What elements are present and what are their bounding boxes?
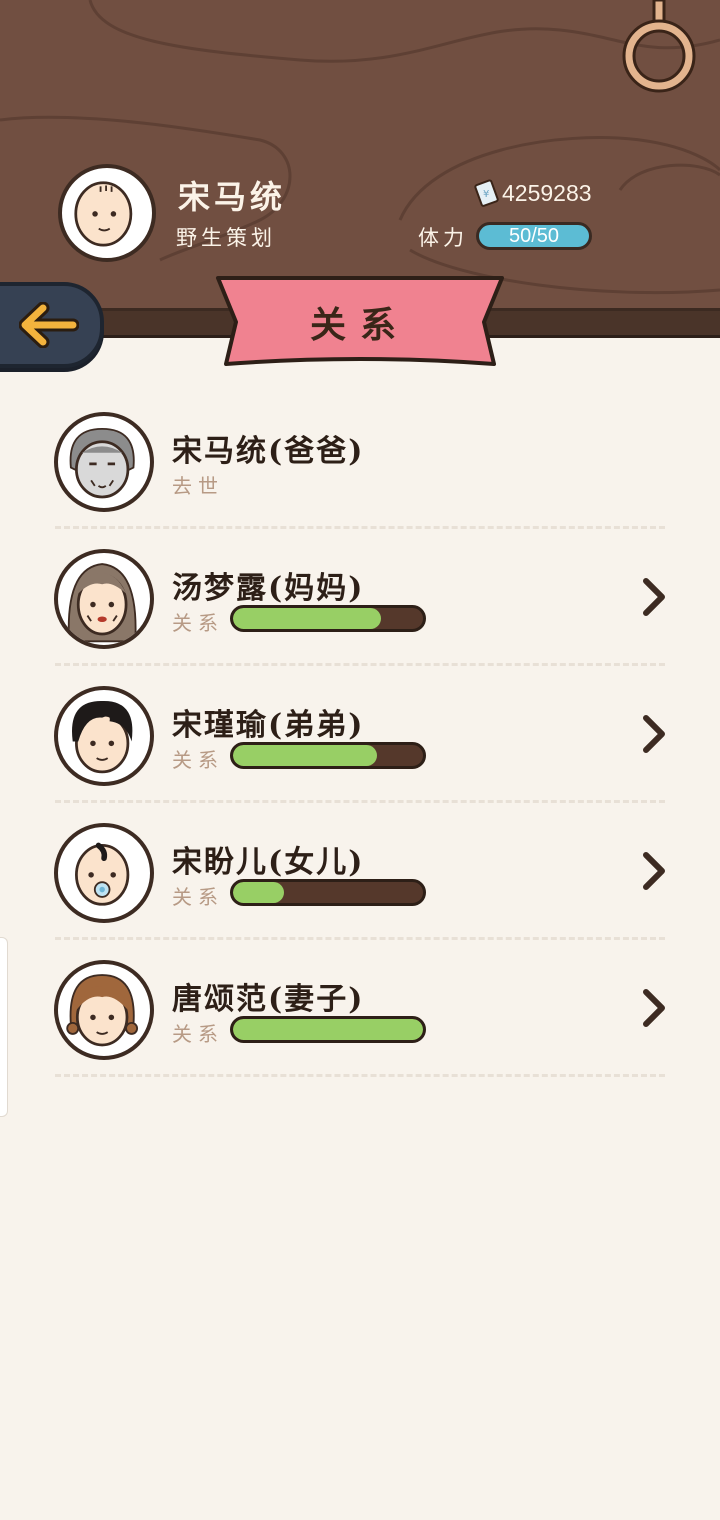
- wife-avatar-icon: [66, 974, 139, 1047]
- stamina-value: 50/50: [508, 224, 560, 247]
- svg-text:¥: ¥: [483, 189, 489, 200]
- chevron-right-icon[interactable]: [638, 849, 670, 893]
- stamina-bar: 50/50: [476, 222, 592, 250]
- relation-level-bar: [230, 742, 426, 769]
- relation-name: 唐颂范(妻子): [172, 982, 365, 1017]
- relation-label: 关系: [172, 748, 224, 772]
- page-title: 关系: [309, 304, 410, 346]
- relation-row-mother[interactable]: 汤梦露(妈妈) 关系: [0, 529, 720, 666]
- back-arrow-icon: [19, 302, 79, 348]
- row-divider: [55, 1074, 665, 1077]
- relation-label: 关系: [172, 1022, 224, 1046]
- relation-avatar: [54, 686, 154, 786]
- relation-avatar: [54, 412, 154, 512]
- relation-avatar: [54, 549, 154, 649]
- brother-avatar-icon: [72, 700, 133, 774]
- back-button[interactable]: [0, 282, 104, 368]
- relation-avatar: [54, 960, 154, 1060]
- relation-name: 宋马统(爸爸): [172, 434, 365, 469]
- chevron-right-icon[interactable]: [638, 712, 670, 756]
- chevron-right-icon[interactable]: [638, 986, 670, 1030]
- relation-level-bar: [230, 1016, 426, 1043]
- relation-level-bar: [230, 605, 426, 632]
- relation-label: 关系: [172, 885, 224, 909]
- relation-avatar: [54, 823, 154, 923]
- mother-avatar-icon: [67, 563, 137, 643]
- relation-row-brother[interactable]: 宋瑾瑜(弟弟) 关系: [0, 666, 720, 803]
- baby-avatar-icon: [75, 842, 130, 906]
- relation-name: 宋瑾瑜(弟弟): [172, 708, 365, 743]
- player-name: 宋马统: [178, 178, 287, 216]
- relation-row-daughter[interactable]: 宋盼儿(女儿) 关系: [0, 803, 720, 940]
- relation-label: 关系: [172, 611, 224, 635]
- bald-man-face-icon: [74, 181, 133, 247]
- relations-list: 宋马统(爸爸) 去世 汤梦露(妈妈) 关系 宋瑾瑜(弟弟) 关系 宋盼儿(女儿)…: [0, 392, 720, 1077]
- player-title: 野生策划: [176, 226, 276, 250]
- header-wood-panel: [0, 0, 720, 316]
- side-pull-tab[interactable]: [0, 937, 8, 1117]
- relation-name: 宋盼儿(女儿): [172, 845, 365, 880]
- relation-name: 汤梦露(妈妈): [172, 571, 365, 606]
- money-note-icon: ¥: [474, 179, 499, 207]
- chevron-right-icon[interactable]: [638, 575, 670, 619]
- old-man-avatar-icon: [69, 427, 135, 499]
- player-avatar[interactable]: [58, 164, 156, 262]
- relation-status: 去世: [172, 474, 224, 498]
- pull-ring-icon[interactable]: [622, 0, 696, 96]
- stamina-label: 体力: [418, 226, 468, 250]
- relation-row-wife[interactable]: 唐颂范(妻子) 关系: [0, 940, 720, 1077]
- wood-grain-decoration: [0, 0, 720, 295]
- money-amount: 4259283: [502, 180, 592, 206]
- relation-row-father[interactable]: 宋马统(爸爸) 去世: [0, 392, 720, 529]
- relation-level-bar: [230, 879, 426, 906]
